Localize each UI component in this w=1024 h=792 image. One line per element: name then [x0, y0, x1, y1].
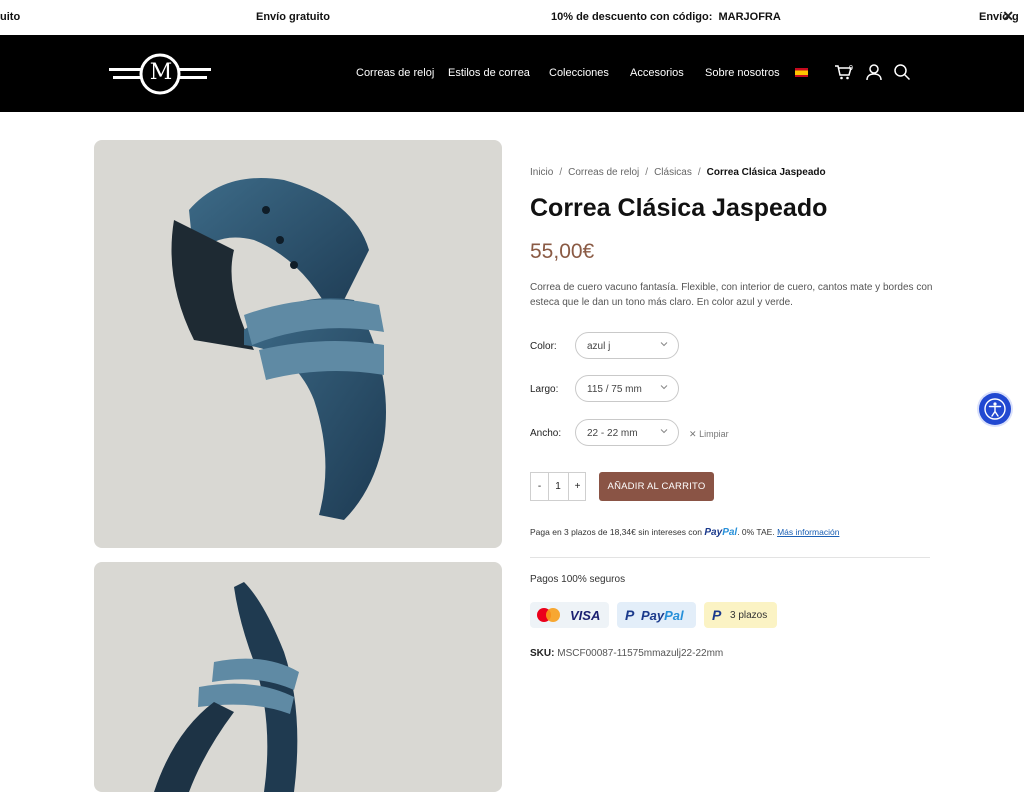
plazos-label: 3 plazos	[730, 610, 768, 621]
announcement-bar: uito Envío gratuito 10% de descuento con…	[0, 0, 1024, 36]
language-flag-icon[interactable]	[795, 68, 808, 77]
ancho-select[interactable]: 22 - 22 mm	[575, 419, 679, 446]
paypal-icon: P	[625, 607, 635, 623]
x-icon: ✕	[689, 429, 697, 439]
nav-accesorios[interactable]: Accesorios	[630, 67, 684, 79]
visa-logo: VISA	[570, 608, 601, 623]
sku-value: MSCF00087-11575mmazulj22-22mm	[557, 648, 724, 659]
chevron-down-icon	[660, 429, 668, 434]
announcement-discount: 10% de descuento con código: MARJOFRA	[551, 11, 781, 23]
quantity-increase-button[interactable]: +	[568, 473, 586, 500]
watch-strap-image	[171, 178, 386, 520]
accessibility-button[interactable]	[979, 393, 1011, 425]
breadcrumb: Inicio / Correas de reloj / Clásicas / Correa …	[530, 167, 826, 178]
largo-value: 115 / 75 mm	[587, 384, 642, 395]
more-info-link[interactable]: Más información	[777, 527, 839, 537]
paypal-logo: PayPal	[704, 527, 738, 538]
mastercard-visa-badge: VISA	[530, 602, 609, 628]
add-to-cart-button[interactable]: AÑADIR AL CARRITO	[599, 472, 714, 501]
close-icon[interactable]: ✕	[1002, 8, 1014, 25]
announcement-fragment-left: uito	[0, 11, 21, 23]
product-description: Correa de cuero vacuno fantasía. Flexibl…	[530, 282, 933, 308]
clear-selection-link[interactable]: ✕ Limpiar	[689, 429, 729, 440]
user-icon[interactable]	[865, 63, 883, 81]
breadcrumb-current: Correa Clásica Jaspeado	[706, 167, 826, 178]
quantity-stepper[interactable]: - 1 +	[530, 472, 586, 501]
product-title: Correa Clásica Jaspeado	[530, 194, 828, 222]
breadcrumb-inicio[interactable]: Inicio	[530, 167, 553, 178]
color-label: Color:	[530, 341, 557, 352]
logo-letter: M	[149, 60, 173, 85]
quantity-value[interactable]: 1	[548, 473, 568, 500]
product-price: 55,00€	[530, 240, 595, 263]
quantity-decrease-button[interactable]: -	[531, 473, 549, 500]
breadcrumb-clasicas[interactable]: Clásicas	[654, 167, 692, 178]
paypal-wordmark: PayPal	[641, 608, 684, 623]
sku: SKU: MSCF00087-11575mmazulj22-22mm	[530, 648, 723, 659]
paypal-icon: P	[712, 607, 722, 623]
nav-estilos-de-correa[interactable]: Estilos de correa	[448, 67, 530, 79]
largo-select[interactable]: 115 / 75 mm	[575, 375, 679, 402]
paypal-3-plazos-badge: P 3 plazos	[704, 602, 777, 628]
search-icon[interactable]	[893, 63, 911, 81]
accessibility-icon	[984, 398, 1006, 420]
sku-label: SKU:	[530, 648, 555, 659]
largo-label: Largo:	[530, 384, 559, 395]
watch-strap-image-2	[154, 582, 299, 792]
announcement-free-shipping: Envío gratuito	[256, 11, 330, 23]
breadcrumb-correas-de-reloj[interactable]: Correas de reloj	[568, 167, 639, 178]
site-header: M Correas de reloj Estilos de correa Col…	[0, 35, 1024, 112]
chevron-down-icon	[660, 385, 668, 390]
ancho-label: Ancho:	[530, 428, 562, 439]
ancho-value: 22 - 22 mm	[587, 428, 638, 439]
paypal-badge: P PayPal	[617, 602, 696, 628]
chevron-down-icon	[660, 342, 668, 347]
cart-count: 0	[849, 65, 853, 72]
discount-code: MARJOFRA	[718, 11, 781, 23]
secure-payments-title: Pagos 100% seguros	[530, 574, 626, 585]
divider	[530, 557, 930, 558]
paypal-installments-message: Paga en 3 plazos de 18,34€ sin intereses…	[530, 527, 840, 538]
product-image-secondary[interactable]	[94, 562, 502, 792]
nav-correas-de-reloj[interactable]: Correas de reloj	[356, 67, 434, 79]
product-image-main[interactable]	[94, 140, 502, 548]
color-select[interactable]: azul j	[575, 332, 679, 359]
nav-sobre-nosotros[interactable]: Sobre nosotros	[705, 67, 780, 79]
nav-colecciones[interactable]: Colecciones	[549, 67, 609, 79]
color-value: azul j	[587, 341, 611, 352]
